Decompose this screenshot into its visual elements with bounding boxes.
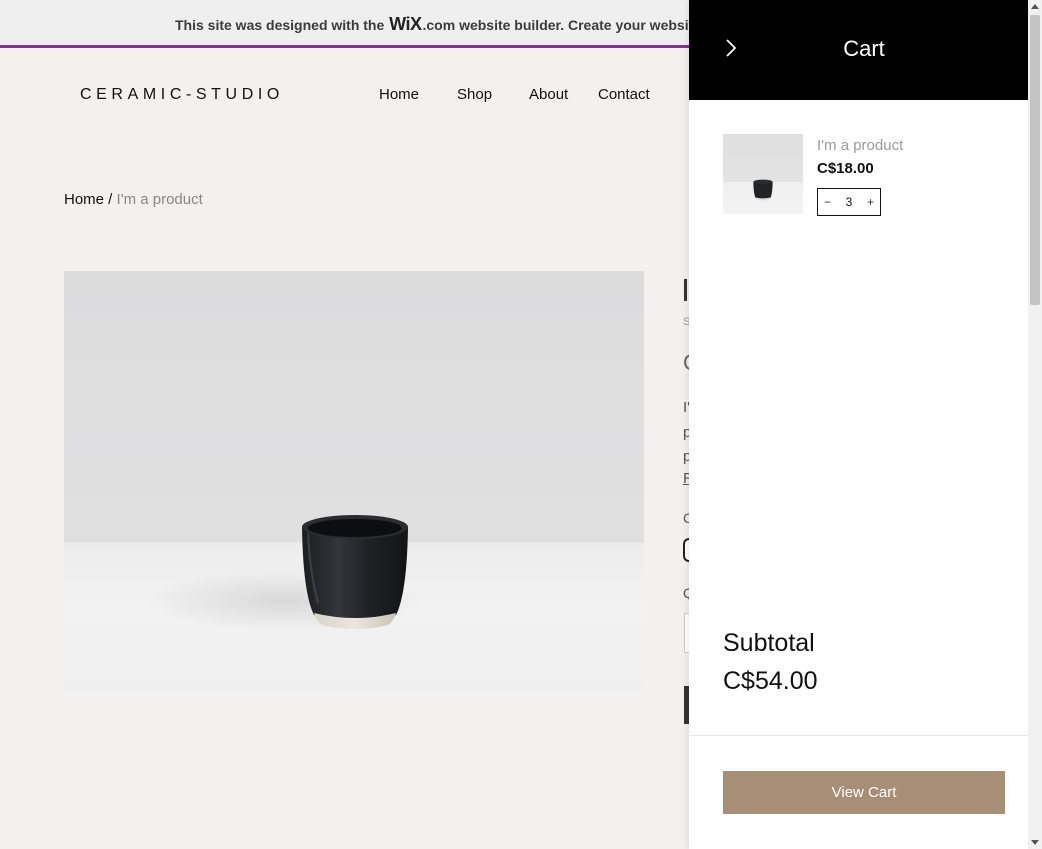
- nav-contact[interactable]: Contact: [598, 86, 650, 103]
- banner-text-after: .com website builder. Create your websit…: [422, 17, 702, 33]
- scroll-up-arrow-icon[interactable]: [1031, 4, 1039, 9]
- cart-divider: [689, 735, 1028, 736]
- quantity-decrement-button[interactable]: −: [824, 195, 831, 209]
- quantity-stepper: − 3 +: [817, 188, 881, 216]
- cart-header: Cart: [689, 0, 1028, 100]
- banner-text: This site was designed with the WiX.com …: [175, 14, 701, 35]
- cart-item-thumbnail[interactable]: [723, 134, 803, 214]
- cart-item-price: C$18.00: [817, 160, 874, 177]
- ceramic-cup-icon: [753, 179, 773, 201]
- subtotal-value: C$54.00: [723, 667, 818, 695]
- view-cart-button[interactable]: View Cart: [723, 771, 1005, 814]
- cart-panel: Cart I'm a product C$18.00 − 3 + Subtota…: [689, 0, 1028, 849]
- breadcrumb-separator: /: [104, 191, 117, 208]
- nav-home[interactable]: Home: [379, 86, 419, 103]
- breadcrumb-home[interactable]: Home: [64, 191, 104, 208]
- product-image[interactable]: [64, 271, 644, 691]
- cart-item-name[interactable]: I'm a product: [817, 137, 903, 154]
- banner-text-before: This site was designed with the: [175, 17, 389, 33]
- nav-about[interactable]: About: [529, 86, 568, 103]
- nav-shop[interactable]: Shop: [457, 86, 492, 103]
- quantity-input[interactable]: 3: [846, 195, 853, 209]
- ceramic-cup-image: [302, 515, 408, 629]
- scrollbar-thumb[interactable]: [1030, 15, 1040, 305]
- scroll-down-arrow-icon[interactable]: [1031, 840, 1039, 845]
- cart-title: Cart: [843, 36, 885, 61]
- page-scrollbar[interactable]: [1028, 0, 1042, 849]
- wix-logo: WiX: [389, 14, 422, 34]
- product-title-peek: [684, 279, 687, 301]
- breadcrumb: Home / I'm a product: [64, 191, 203, 208]
- quantity-increment-button[interactable]: +: [867, 195, 874, 209]
- breadcrumb-current: I'm a product: [116, 191, 203, 208]
- subtotal-label: Subtotal: [723, 629, 815, 657]
- site-logo[interactable]: CERAMIC-STUDIO: [80, 86, 284, 104]
